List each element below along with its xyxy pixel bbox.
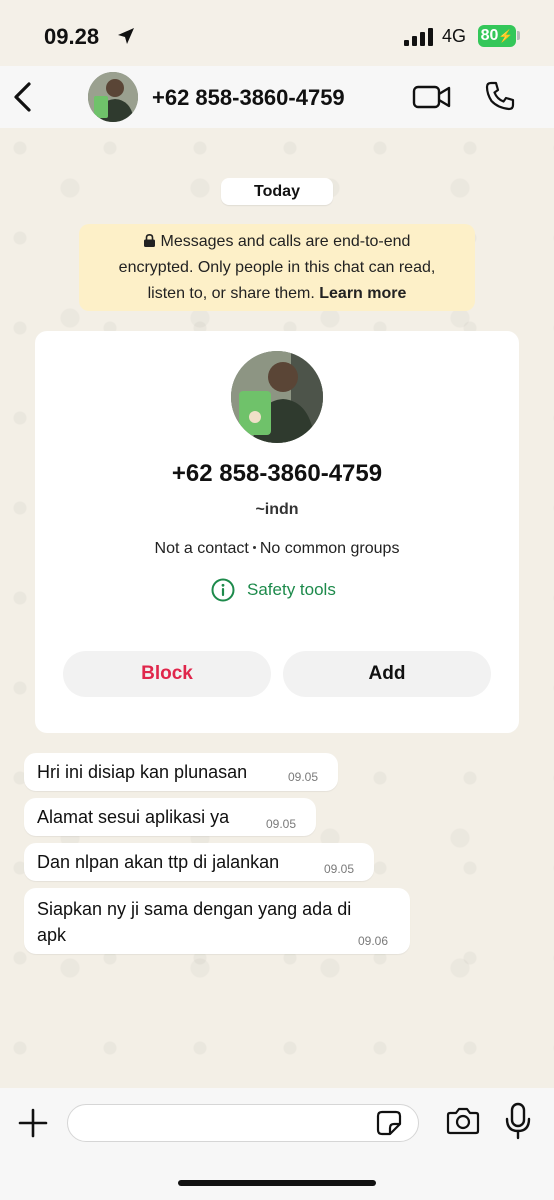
sticker-icon[interactable] [376,1110,402,1136]
signal-icon [404,28,433,46]
encryption-notice[interactable]: Messages and calls are end-to-end encryp… [79,224,475,311]
voice-call-icon[interactable] [484,80,516,112]
status-bar: 09.28 4G 80⚡ [0,0,554,70]
microphone-icon[interactable] [504,1102,532,1140]
avatar-photo [231,351,323,443]
common-groups-label: No common groups [259,540,400,557]
battery-level: 80 [480,27,499,44]
notice-text-3: listen to, or share them. [147,285,315,302]
unknown-contact-card: +62 858-3860-4759 ~indn Not a contact No … [35,331,519,733]
location-arrow-icon [118,28,134,44]
info-icon [211,578,235,602]
home-indicator[interactable] [178,1180,376,1186]
add-contact-button[interactable]: Add [283,651,491,697]
message-bubble[interactable]: Siapkan ny ji sama dengan yang ada di ap… [24,888,410,954]
plus-icon[interactable] [18,1108,48,1138]
message-time: 09.06 [358,934,389,948]
message-bubble[interactable]: Alamat sesui aplikasi ya 09.05 [24,798,316,836]
message-input[interactable] [67,1104,419,1142]
contact-phone-number: +62 858-3860-4759 [171,460,383,487]
message-text: Dan nlpan akan ttp di jalankan [37,852,280,872]
message-bubble[interactable]: Hri ini disiap kan plunasan 09.05 [24,753,338,791]
contact-avatar-large[interactable] [231,351,323,443]
message-text: Hri ini disiap kan plunasan [37,762,248,782]
learn-more-link[interactable]: Learn more [319,285,406,302]
camera-icon[interactable] [446,1106,480,1136]
chat-title[interactable]: +62 858-3860-4759 [152,85,345,111]
message-time: 09.05 [288,770,319,784]
notice-line-1: Messages and calls are end-to-end [79,229,475,255]
message-bubble[interactable]: Dan nlpan akan ttp di jalankan 09.05 [24,843,374,881]
lock-icon [143,234,155,247]
notice-text-1: Messages and calls are end-to-end [160,233,411,250]
message-text-line-1: Siapkan ny ji sama dengan yang ada di [37,899,352,919]
notice-line-3: listen to, or share them. Learn more [79,281,475,307]
battery-tip [517,31,520,40]
contact-avatar[interactable] [88,72,138,122]
chat-header: +62 858-3860-4759 [0,66,554,128]
back-chevron-icon[interactable] [10,80,36,114]
charging-bolt-icon: ⚡ [498,29,514,43]
avatar-photo [88,72,138,122]
battery-indicator: 80⚡ [478,25,516,47]
contact-nickname: ~indn [255,501,299,518]
video-call-icon[interactable] [412,82,452,112]
message-text: Alamat sesui aplikasi ya [37,807,230,827]
message-time: 09.05 [324,862,355,876]
status-time: 09.28 [44,24,100,49]
not-contact-label: Not a contact [154,540,249,557]
network-type: 4G [442,26,467,46]
message-time: 09.05 [266,817,297,831]
notice-line-2: encrypted. Only people in this chat can … [118,259,436,276]
date-separator: Today [221,178,333,205]
safety-tools-link[interactable]: Safety tools [211,576,336,604]
contact-meta: Not a contact No common groups [35,540,519,558]
block-button[interactable]: Block [63,651,271,697]
separator-dot [252,546,256,549]
message-text-line-2: apk [37,925,67,945]
safety-tools-label: Safety tools [247,580,336,599]
